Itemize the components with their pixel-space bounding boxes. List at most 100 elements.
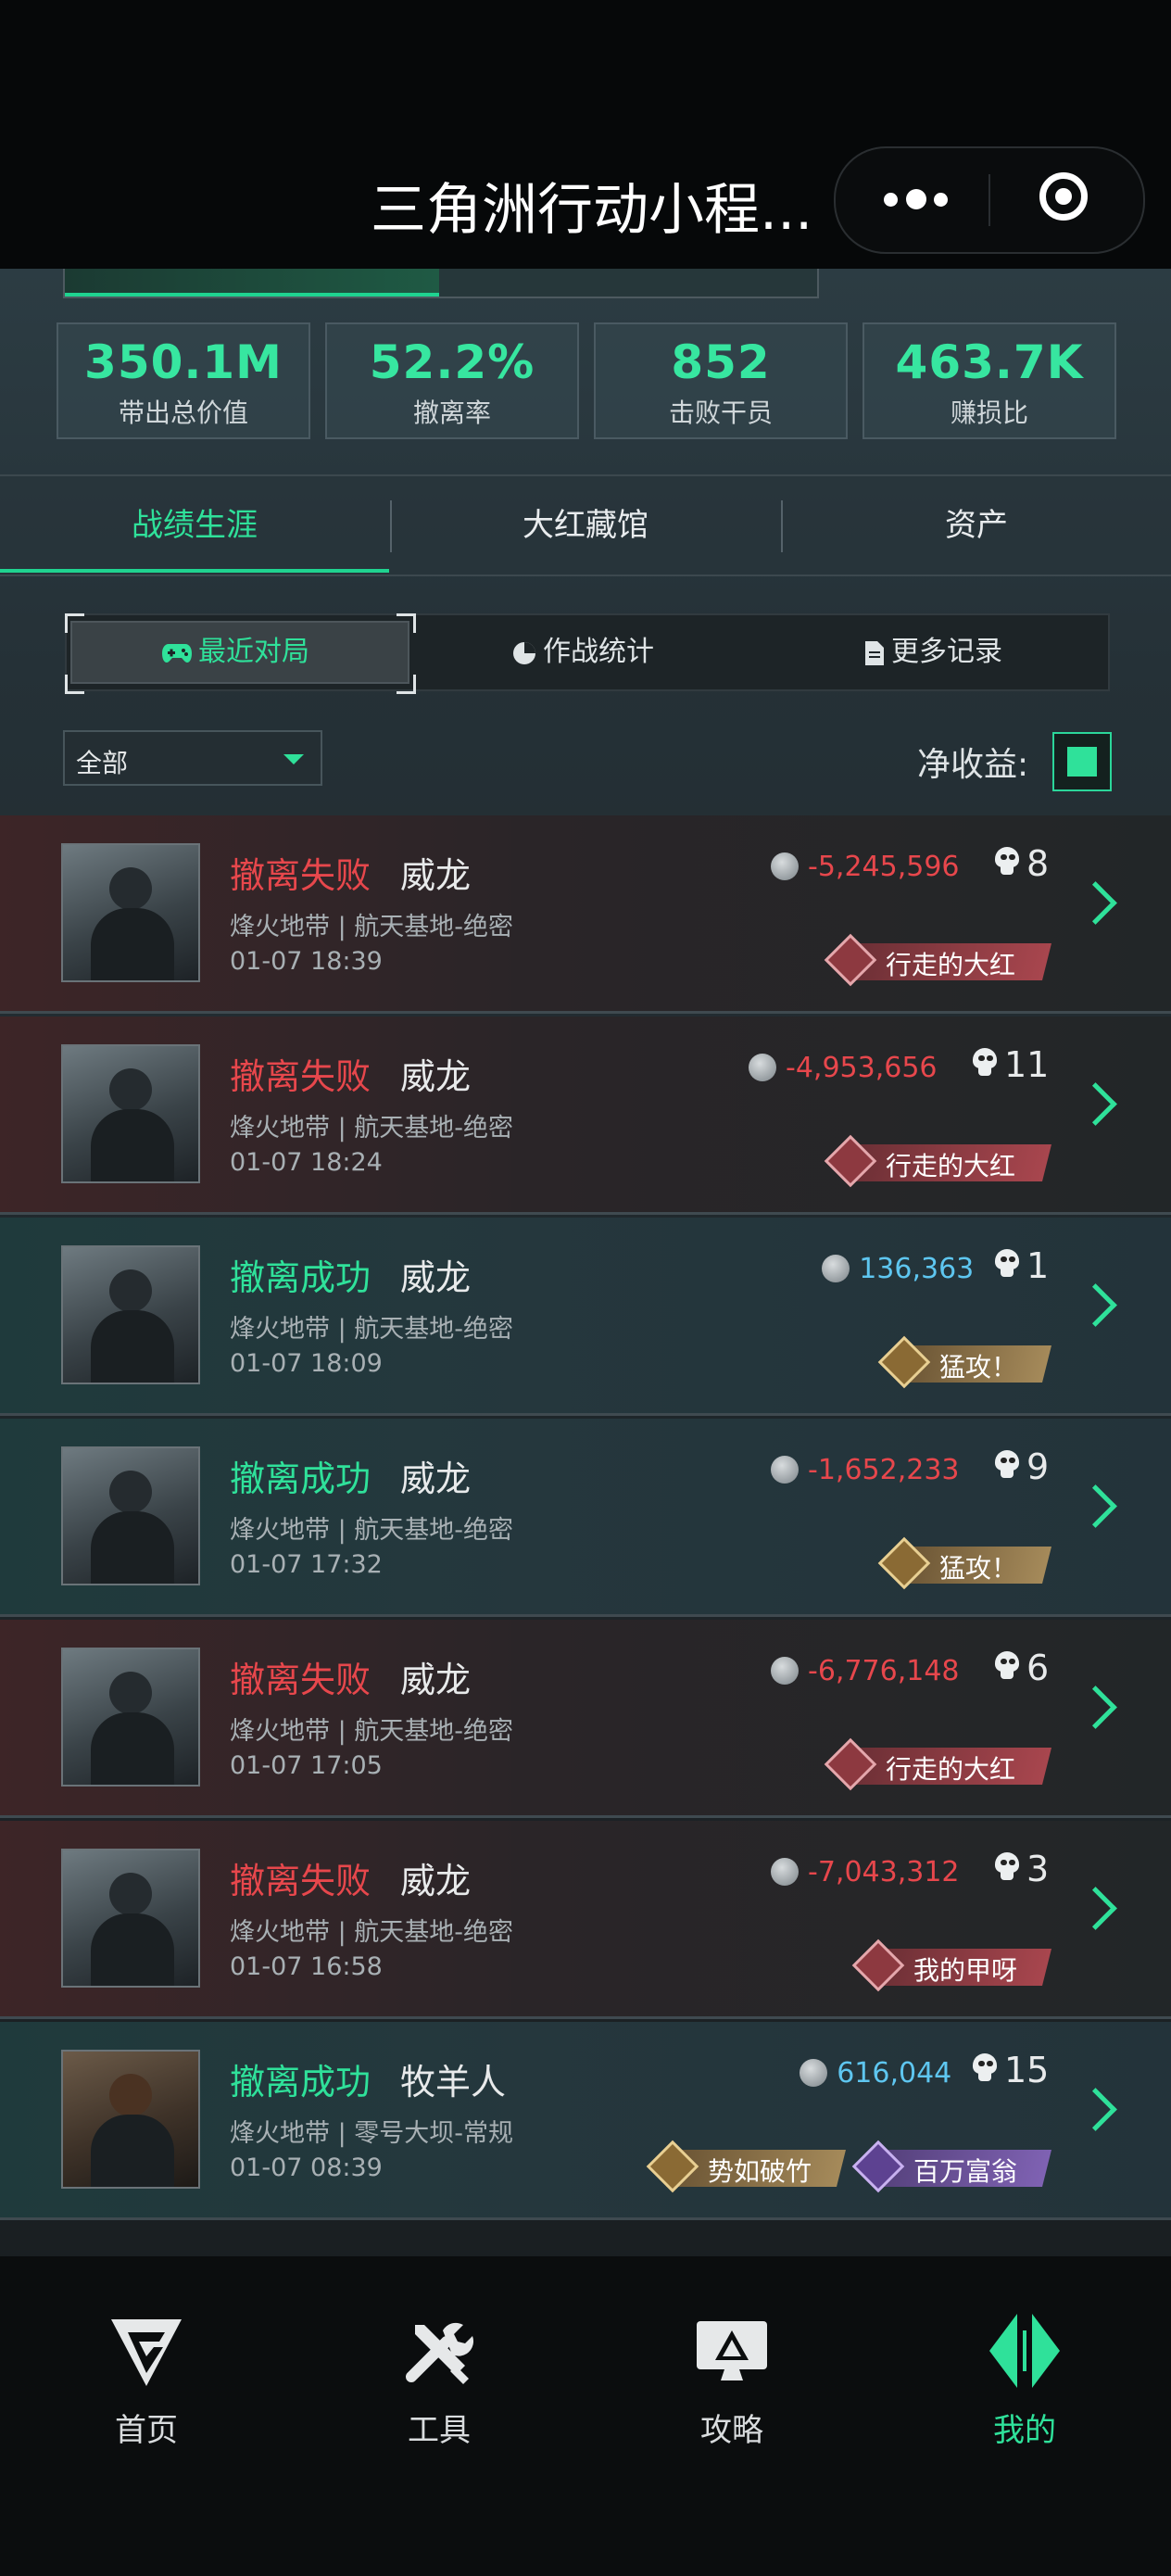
gamepad-icon	[162, 643, 192, 663]
tab-assets[interactable]: 资产	[782, 476, 1171, 575]
operator-name: 威龙	[400, 855, 472, 896]
bracket-corner	[397, 675, 416, 694]
nav-home[interactable]: 首页	[54, 2301, 239, 2449]
coin-icon	[800, 2059, 828, 2087]
home-logo-icon	[111, 2319, 182, 2386]
sub-tab-label: 更多记录	[891, 636, 1002, 668]
coin-icon	[771, 1858, 799, 1886]
skull-icon	[971, 1048, 997, 1080]
match-value: -6,776,148	[808, 1655, 960, 1687]
filter-selected-value: 全部	[76, 748, 129, 778]
match-row[interactable]: 撤离成功 威龙 烽火地带 | 航天基地-绝密 01-07 17:32 -1,652,23…	[0, 1419, 1171, 1617]
kill-count: 11	[1004, 1044, 1050, 1085]
match-row[interactable]: 撤离失败 威龙 烽火地带 | 航天基地-绝密 01-07 18:39 -5,245,59…	[0, 815, 1171, 1014]
match-row[interactable]: 撤离失败 威龙 烽火地带 | 航天基地-绝密 01-07 18:24 -4,953,65…	[0, 1017, 1171, 1215]
match-time: 01-07 18:39	[230, 947, 383, 976]
nav-profile[interactable]: 我的	[932, 2301, 1117, 2449]
badge-label: 我的甲呀	[913, 1955, 1018, 1986]
match-row[interactable]: 撤离失败 威龙 烽火地带 | 航天基地-绝密 01-07 17:05 -6,776,14…	[0, 1620, 1171, 1818]
net-income-checkbox[interactable]	[1052, 732, 1112, 791]
pie-chart-icon	[513, 641, 535, 664]
net-income-label: 净收益:	[917, 746, 1029, 784]
sub-tab-more-records[interactable]: 更多记录	[863, 615, 1002, 689]
nav-tools[interactable]: 工具	[346, 2301, 532, 2449]
stat-profit-ratio: 463.7K 赚损比	[863, 322, 1116, 439]
match-time: 01-07 17:05	[230, 1751, 383, 1780]
nav-label: 首页	[115, 2412, 178, 2449]
achievement-badge: 我的甲呀	[851, 1938, 1051, 1992]
operator-name: 威龙	[400, 1056, 472, 1097]
match-map: 烽火地带 | 航天基地-绝密	[230, 1918, 514, 1947]
stat-label: 撤离率	[412, 398, 491, 428]
main-tabs: 战绩生涯 大红藏馆 资产	[0, 474, 1171, 576]
stat-value: 463.7K	[895, 335, 1084, 389]
chevron-right-icon[interactable]	[1074, 881, 1117, 925]
mode-switch-partial[interactable]	[63, 269, 819, 298]
kill-count: 8	[1026, 843, 1050, 884]
coin-icon	[771, 1456, 799, 1484]
operator-avatar	[61, 1849, 200, 1988]
operator-avatar	[61, 2050, 200, 2189]
operator-avatar	[61, 1044, 200, 1183]
match-result: 撤离成功	[230, 1458, 371, 1499]
match-row[interactable]: 撤离失败 威龙 烽火地带 | 航天基地-绝密 01-07 16:58 -7,043,31…	[0, 1821, 1171, 2019]
match-result: 撤离成功	[230, 2062, 371, 2102]
coin-icon	[771, 1657, 799, 1685]
chevron-right-icon[interactable]	[1074, 1283, 1117, 1327]
nav-label: 攻略	[700, 2412, 763, 2449]
match-map: 烽火地带 | 航天基地-绝密	[230, 1315, 514, 1344]
match-time: 01-07 17:32	[230, 1550, 383, 1579]
sub-tab-battle-stats[interactable]: 作战统计	[511, 615, 654, 689]
chevron-right-icon[interactable]	[1074, 1082, 1117, 1126]
match-time: 01-07 08:39	[230, 2153, 383, 2182]
match-value: 616,044	[837, 2057, 952, 2090]
document-icon	[865, 640, 884, 665]
skull-icon	[971, 2053, 997, 2085]
chevron-right-icon[interactable]	[1074, 1484, 1117, 1528]
match-result: 撤离失败	[230, 1056, 371, 1097]
nav-guide[interactable]: 攻略	[639, 2301, 825, 2449]
bottom-navigation: 首页 工具 攻略 我的	[0, 2256, 1171, 2576]
capsule-divider	[988, 174, 990, 226]
match-map: 烽火地带 | 航天基地-绝密	[230, 913, 514, 941]
achievement-badge: 行走的大红	[824, 1737, 1051, 1791]
stat-total-value: 350.1M 带出总价值	[57, 322, 310, 439]
match-value: 136,363	[859, 1253, 975, 1285]
tab-career[interactable]: 战绩生涯	[0, 476, 389, 575]
match-result: 撤离失败	[230, 1861, 371, 1901]
operator-avatar	[61, 843, 200, 982]
match-time: 01-07 18:24	[230, 1148, 383, 1177]
achievement-badge: 行走的大红	[824, 933, 1051, 987]
mode-filter-dropdown[interactable]: 全部	[63, 730, 322, 786]
stat-value: 350.1M	[84, 335, 283, 389]
achievement-badge: 猛攻！	[877, 1335, 1051, 1389]
operator-avatar	[61, 1648, 200, 1787]
operator-name: 威龙	[400, 1257, 472, 1298]
match-time: 01-07 16:58	[230, 1952, 383, 1981]
operator-name: 威龙	[400, 1458, 472, 1499]
stat-label: 赚损比	[950, 398, 1028, 428]
kill-count: 15	[1004, 2050, 1050, 2090]
match-result: 撤离成功	[230, 1257, 371, 1298]
match-map: 烽火地带 | 零号大坝-常规	[230, 2119, 514, 2148]
chevron-right-icon[interactable]	[1074, 2088, 1117, 2131]
skull-icon	[993, 1651, 1019, 1683]
kill-count: 6	[1026, 1648, 1050, 1688]
caret-down-icon	[283, 754, 304, 764]
match-row[interactable]: 撤离成功 威龙 烽火地带 | 航天基地-绝密 01-07 18:09 136,363 1 猛…	[0, 1218, 1171, 1416]
tab-red-collection[interactable]: 大红藏馆	[391, 476, 780, 575]
chevron-right-icon[interactable]	[1074, 1887, 1117, 1930]
target-circle-icon[interactable]	[1039, 172, 1088, 221]
chevron-right-icon[interactable]	[1074, 1686, 1117, 1729]
operator-avatar	[61, 1446, 200, 1585]
stat-label: 带出总价值	[118, 398, 248, 428]
more-dots-icon[interactable]	[880, 185, 954, 213]
match-row[interactable]: 撤离成功 牧羊人 烽火地带 | 零号大坝-常规 01-07 08:39 616,044 1…	[0, 2022, 1171, 2220]
operator-name: 威龙	[400, 1660, 472, 1700]
page-title: 三角洲行动小程...	[371, 178, 813, 243]
coin-icon	[822, 1255, 850, 1282]
skull-icon	[993, 1450, 1019, 1482]
match-value: -4,953,656	[786, 1052, 938, 1084]
achievement-badge: 百万富翁	[851, 2140, 1051, 2193]
sub-tab-recent-matches[interactable]: 最近对局	[161, 615, 309, 689]
